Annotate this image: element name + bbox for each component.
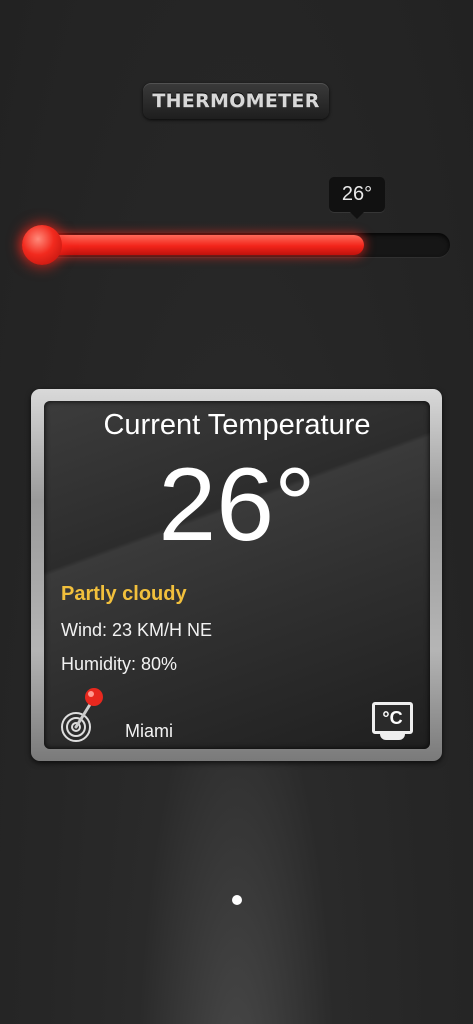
humidity-info: Humidity: 80%: [61, 654, 178, 674]
wind-info: Wind: 23 KM/H NE: [61, 620, 213, 640]
unit-label: °C: [372, 702, 413, 734]
card-heading: Current Temperature: [103, 409, 371, 441]
weather-condition: Partly cloudy: [61, 583, 187, 605]
celsius-toggle-icon[interactable]: °C: [372, 702, 413, 740]
slider-value-tooltip: 26°: [329, 177, 385, 219]
unit-icon-stand: [380, 734, 405, 740]
map-pin-target-icon[interactable]: [60, 686, 108, 742]
page-indicator-dot[interactable]: [232, 895, 242, 905]
temperature-slider-fill: [24, 235, 364, 255]
weather-card: Current Temperature 26° Partly cloudy Wi…: [44, 401, 430, 749]
app-title-badge: THERMOMETER: [143, 83, 329, 119]
app-title: THERMOMETER: [152, 90, 320, 112]
city-name: Miami: [125, 721, 173, 741]
temperature-slider-knob[interactable]: [22, 225, 62, 265]
current-temperature: 26°: [158, 447, 316, 563]
